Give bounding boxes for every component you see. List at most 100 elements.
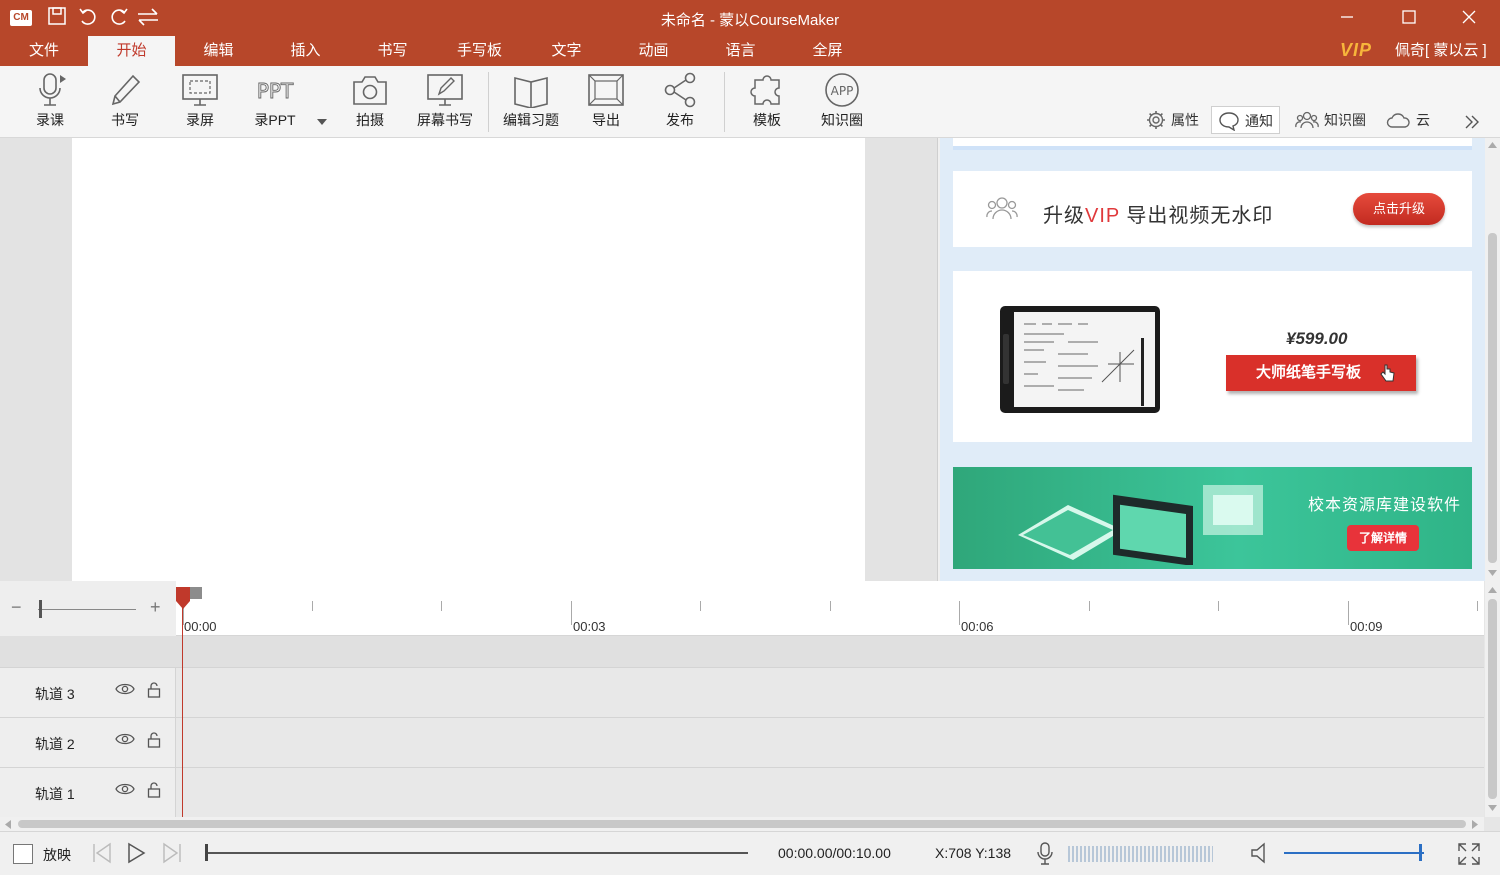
knowledge-circle-button[interactable]: APP 知识圈 [812, 66, 872, 138]
slide-canvas[interactable] [72, 138, 865, 581]
speaker-icon[interactable] [1250, 842, 1272, 864]
vip-promo-text: 升级VIP 导出视频无水印 [1043, 199, 1273, 228]
timeline-horizontal-scrollbar[interactable] [0, 817, 1484, 831]
timeline-hscroll-thumb[interactable] [18, 820, 1466, 828]
menu-tab-file[interactable]: 文件 [0, 36, 88, 66]
eye-icon[interactable] [115, 732, 135, 746]
export-button[interactable]: 导出 [576, 66, 636, 138]
playback-progress-knob[interactable] [205, 844, 208, 861]
playhead-handle[interactable] [176, 587, 190, 611]
play-icon[interactable] [125, 842, 147, 864]
tracks-area: 轨道 3 轨道 2 轨道 1 [0, 636, 1484, 818]
resource-banner-card[interactable]: 校本资源库建设软件 了解详情 [953, 467, 1472, 569]
panel-top-card [953, 138, 1472, 150]
fullscreen-icon[interactable] [1457, 842, 1481, 866]
learn-more-button[interactable]: 了解详情 [1347, 525, 1419, 551]
unlock-icon[interactable] [147, 782, 161, 798]
vip-promo-card[interactable]: 升级VIP 导出视频无水印 点击升级 [953, 171, 1472, 247]
zoom-slider-track[interactable] [38, 609, 136, 610]
play-checkbox[interactable] [13, 844, 33, 864]
hand-cursor-icon [1380, 364, 1395, 382]
publish-button[interactable]: 发布 [650, 66, 710, 138]
ruler-tick [1477, 601, 1478, 611]
menu-tab-text[interactable]: 文字 [523, 36, 610, 66]
template-button[interactable]: 模板 [737, 66, 797, 138]
scroll-down-icon[interactable] [1488, 804, 1497, 812]
vip-badge[interactable]: VIP [1340, 40, 1372, 61]
menu-tab-home[interactable]: 开始 [88, 36, 175, 66]
menu-tab-edit[interactable]: 编辑 [175, 36, 262, 66]
capture-button[interactable]: 拍摄 [340, 66, 400, 138]
ruler-tick [1089, 601, 1090, 611]
write-button[interactable]: 书写 [95, 66, 155, 138]
unlock-icon[interactable] [147, 682, 161, 698]
track-lane[interactable] [176, 668, 1484, 718]
menu-tab-language[interactable]: 语言 [697, 36, 784, 66]
product-ad-card[interactable]: ¥599.00 大师纸笔手写板 [953, 271, 1472, 442]
time-ruler[interactable]: 00:00 00:03 00:06 00:09 [176, 581, 1484, 636]
zoom-out-button[interactable]: − [11, 597, 22, 618]
save-icon[interactable] [45, 6, 69, 30]
volume-slider-track[interactable] [1284, 852, 1424, 854]
scroll-up-icon[interactable] [1488, 141, 1497, 149]
record-ppt-button[interactable]: PPT 录PPT [245, 66, 305, 138]
microphone-icon[interactable] [1035, 842, 1055, 866]
properties-tool[interactable]: 属性 [1140, 106, 1205, 134]
timeline-zoom-control: − + [0, 581, 176, 636]
menu-tab-tablet[interactable]: 手写板 [436, 36, 523, 66]
playhead-range-marker[interactable] [188, 587, 202, 599]
write-label: 书写 [111, 112, 139, 128]
ppt-dropdown-button[interactable] [312, 66, 332, 138]
menu-tab-fullscreen[interactable]: 全屏 [784, 36, 871, 66]
audio-level-meter [1068, 846, 1213, 862]
timeline-vscroll-thumb[interactable] [1488, 599, 1497, 799]
user-account[interactable]: 佩奇[ 蒙以云 ] [1395, 36, 1487, 66]
playback-progress-track[interactable] [205, 852, 748, 854]
volume-slider-knob[interactable] [1419, 844, 1422, 861]
swap-icon[interactable] [136, 6, 160, 30]
menu-tab-animation[interactable]: 动画 [610, 36, 697, 66]
scroll-up-icon[interactable] [1488, 586, 1497, 594]
expand-panel-button[interactable] [1458, 106, 1491, 134]
cloud-tool[interactable]: 云 [1379, 106, 1436, 134]
record-screen-button[interactable]: 录屏 [170, 66, 230, 138]
vip-promo-suffix: 导出视频无水印 [1119, 205, 1274, 227]
scroll-down-icon[interactable] [1488, 569, 1497, 577]
next-icon[interactable] [161, 842, 183, 864]
menu-tab-insert[interactable]: 插入 [262, 36, 349, 66]
ruler-tick [830, 601, 831, 611]
knowledge-tool[interactable]: 知识圈 [1289, 106, 1372, 134]
app-logo: CM [10, 10, 32, 26]
redo-icon[interactable] [107, 6, 131, 30]
vip-promo-prefix: 升级 [1043, 205, 1085, 227]
zoom-slider-knob[interactable] [39, 600, 42, 618]
scroll-right-icon[interactable] [1471, 820, 1479, 829]
track-lane[interactable] [176, 768, 1484, 818]
edit-exercise-button[interactable]: 编辑习题 [496, 66, 566, 138]
record-lesson-button[interactable]: 录课 [20, 66, 80, 138]
zoom-in-button[interactable]: + [150, 597, 161, 618]
close-button[interactable] [1441, 0, 1497, 36]
menu-tab-write[interactable]: 书写 [349, 36, 436, 66]
chevron-down-icon [317, 119, 327, 125]
minimize-button[interactable] [1319, 0, 1375, 36]
unlock-icon[interactable] [147, 732, 161, 748]
panel-vertical-scrollbar[interactable] [1485, 138, 1500, 581]
ruler-tick [700, 601, 701, 611]
capture-label: 拍摄 [356, 112, 384, 128]
scroll-left-icon[interactable] [4, 820, 12, 829]
notification-tool[interactable]: 通知 [1211, 106, 1280, 134]
ribbon-separator [488, 72, 489, 132]
upgrade-button[interactable]: 点击升级 [1353, 193, 1445, 225]
panel-scroll-thumb[interactable] [1488, 233, 1497, 563]
screen-write-button[interactable]: 屏幕书写 [410, 66, 480, 138]
previous-icon[interactable] [91, 842, 113, 864]
buy-tablet-button[interactable]: 大师纸笔手写板 [1226, 355, 1416, 391]
banner-title: 校本资源库建设软件 [1308, 497, 1462, 514]
timeline-vertical-scrollbar[interactable] [1485, 581, 1500, 817]
undo-icon[interactable] [76, 6, 100, 30]
eye-icon[interactable] [115, 782, 135, 796]
track-lane[interactable] [176, 718, 1484, 768]
maximize-button[interactable] [1381, 0, 1437, 36]
eye-icon[interactable] [115, 682, 135, 696]
